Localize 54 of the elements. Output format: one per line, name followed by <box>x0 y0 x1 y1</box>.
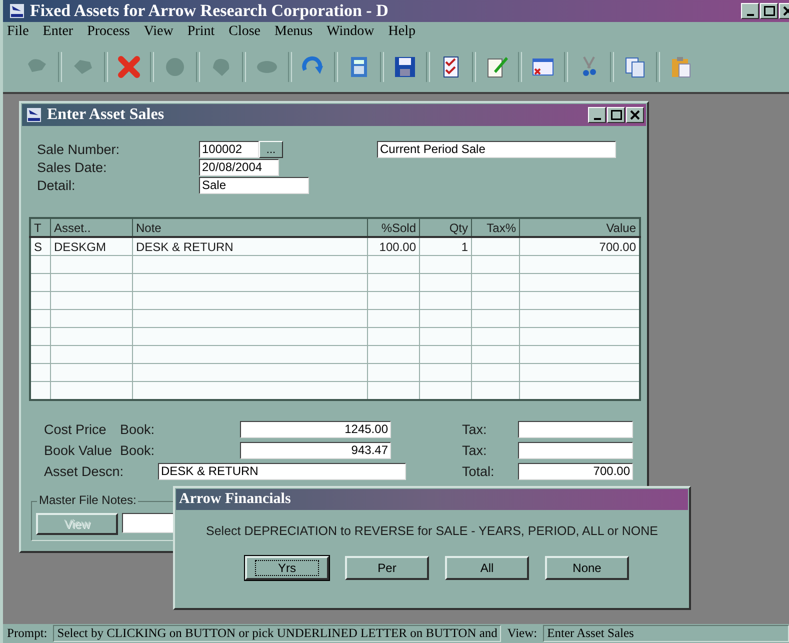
dialog-button[interactable]: Per <box>345 556 429 580</box>
menu-item[interactable]: File <box>7 24 29 40</box>
input-field[interactable]: 100002 <box>199 141 259 158</box>
input-field[interactable]: 700.00 <box>518 463 633 480</box>
menu-item[interactable]: Help <box>388 24 416 40</box>
field-label: Sale Number: <box>37 142 121 157</box>
field-label: Asset Descn: <box>44 464 125 479</box>
field-label: Tax: <box>462 443 488 458</box>
window-title: Enter Asset Sales <box>47 106 164 124</box>
window-title: Fixed Assets for Arrow Research Corporation - D <box>30 1 388 21</box>
column-header[interactable]: Qty <box>420 218 472 237</box>
menu-item[interactable]: Menus <box>274 24 313 40</box>
table-cell: DESK & RETURN <box>132 237 368 256</box>
input-field[interactable]: 20/08/2004 <box>199 159 279 176</box>
column-header[interactable]: %Sold <box>368 218 420 237</box>
field-label: Detail: <box>37 178 76 193</box>
lookup-button[interactable]: ... <box>259 141 283 158</box>
dialog-message: Select DEPRECIATION to REVERSE for SALE - YEARS, PERIOD, ALL or NONE <box>206 524 658 538</box>
table-cell: 100.00 <box>368 237 420 256</box>
status-label: Prompt: <box>7 626 48 640</box>
status-field: Enter Asset Sales <box>543 624 789 642</box>
input-field[interactable]: 943.47 <box>240 442 391 459</box>
status-label: View: <box>507 626 538 640</box>
column-header[interactable]: T <box>30 218 50 237</box>
column-header[interactable]: Asset.. <box>50 218 132 237</box>
menu-item[interactable]: Close <box>228 24 260 40</box>
input-field[interactable]: Current Period Sale <box>377 141 616 158</box>
menu-item[interactable]: Print <box>187 24 215 40</box>
table-cell: S <box>30 237 50 256</box>
input-field[interactable]: DESK & RETURN <box>158 463 406 480</box>
status-field: Select by CLICKING on BUTTON or pick UNDERLINED LETTER on BUTTON and <box>53 624 502 642</box>
input-field[interactable]: 1245.00 <box>240 421 391 438</box>
field-label: Book Value <box>44 443 114 458</box>
column-header[interactable]: Tax% <box>472 218 520 237</box>
field-label: Tax: <box>462 422 488 437</box>
menu-item[interactable]: Process <box>87 24 130 40</box>
menu-item[interactable]: Enter <box>42 24 74 40</box>
dialog-button[interactable]: None <box>545 556 629 580</box>
field-label: Sales Date: <box>37 160 108 175</box>
field-label: Total: <box>462 464 496 479</box>
dialog-button[interactable]: All <box>445 556 529 580</box>
field-label: Book: <box>120 443 156 458</box>
column-header[interactable]: Note <box>132 218 368 237</box>
field-label: Book: <box>120 422 156 437</box>
table-cell: 1 <box>420 237 472 256</box>
dialog-title: Arrow Financials <box>179 491 291 508</box>
input-field[interactable]: Sale <box>199 177 309 194</box>
dialog-button[interactable]: Yrs <box>245 556 329 580</box>
group-label: Master File Notes: <box>37 493 138 507</box>
column-header[interactable]: Value <box>520 218 640 237</box>
menu-item[interactable]: Window <box>326 24 374 40</box>
table-cell: DESKGM <box>50 237 132 256</box>
menu-item[interactable]: View <box>144 24 174 40</box>
field-label: Cost Price <box>44 422 108 437</box>
